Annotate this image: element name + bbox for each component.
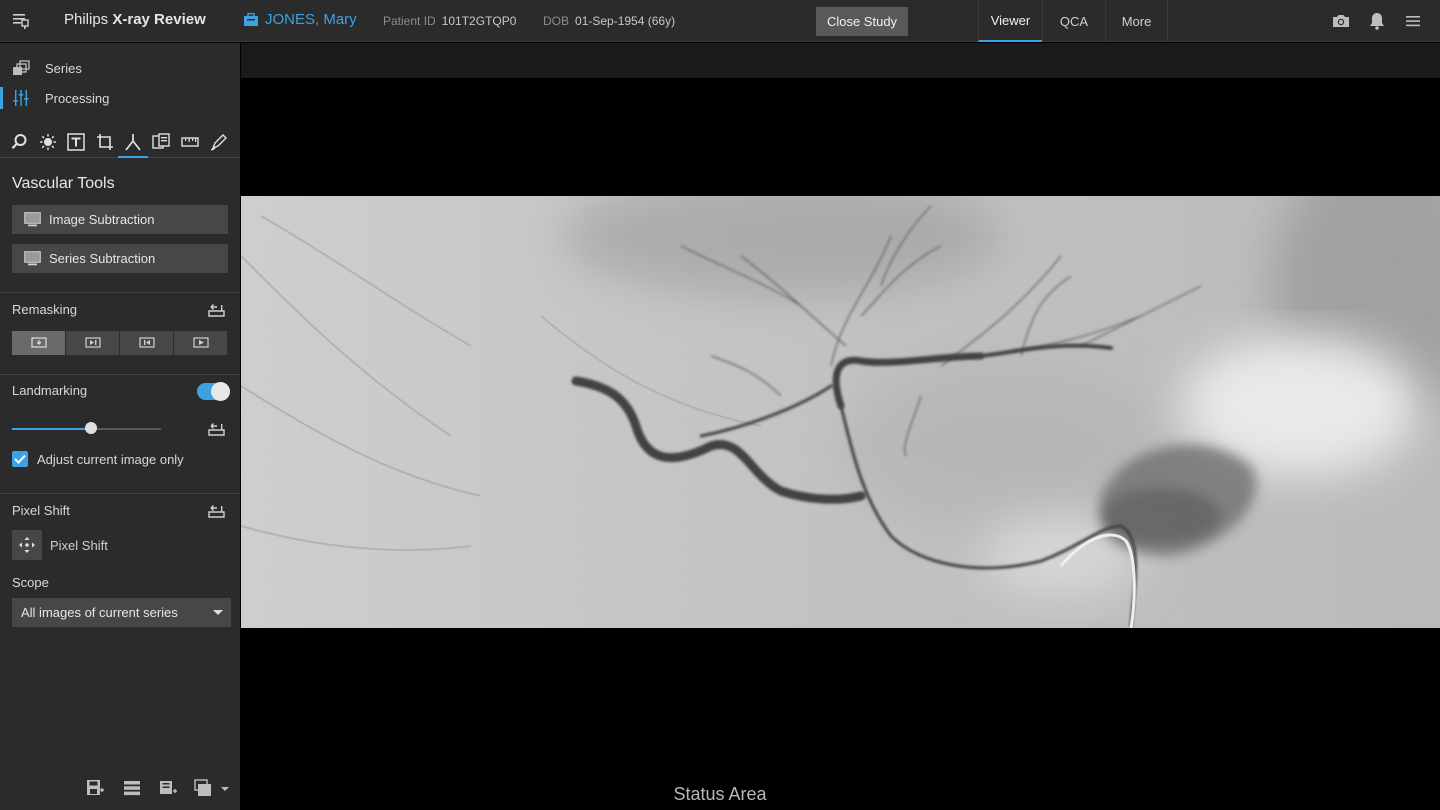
stack-icon <box>13 60 30 75</box>
top-bar: Philips X-ray Review JONES, Mary Patient… <box>0 0 1440 42</box>
pixel-shift-title: Pixel Shift <box>12 503 70 518</box>
slider-thumb[interactable] <box>84 422 97 434</box>
adjust-current-image-option[interactable]: Adjust current image only <box>12 451 184 467</box>
pen-tool[interactable] <box>208 131 230 153</box>
magnifier-icon <box>11 134 27 149</box>
remask-next-icon <box>84 337 101 348</box>
reset-pixel-shift-icon[interactable] <box>208 504 226 518</box>
image-subtraction-button[interactable]: Image Subtraction <box>12 205 228 234</box>
ruler-tool[interactable] <box>179 131 201 153</box>
app-product: X-ray Review <box>112 11 206 28</box>
landmarking-toggle[interactable] <box>197 382 230 401</box>
remasking-segmented-control <box>12 331 227 355</box>
scope-label: Scope <box>12 575 49 590</box>
patient-id-label: Patient ID <box>383 14 436 28</box>
close-study-button[interactable]: Close Study <box>816 7 908 36</box>
sidebar-item-processing[interactable]: Processing <box>0 85 240 111</box>
scope-dropdown[interactable]: All images of current series <box>12 598 231 627</box>
monitor-icon <box>24 212 41 227</box>
landmarking-label: Landmarking <box>12 383 88 398</box>
bell-icon[interactable] <box>1367 11 1387 31</box>
pen-icon <box>210 134 227 151</box>
save-icon[interactable] <box>85 779 105 797</box>
angiography-image[interactable] <box>241 196 1440 628</box>
remask-option-4[interactable] <box>174 331 227 355</box>
tab-qca[interactable]: QCA <box>1042 0 1105 42</box>
ruler-icon <box>181 137 199 147</box>
remask-prev-icon <box>138 337 155 348</box>
monitor-icon <box>24 251 41 266</box>
vascular-tools-title: Vascular Tools <box>12 175 115 192</box>
dob-value: 01-Sep-1954 (66y) <box>575 14 676 28</box>
patient-id: Patient ID 101T2GTQP0 <box>383 14 516 28</box>
remask-mask-icon <box>30 337 47 348</box>
hamburger-menu-icon[interactable] <box>1403 11 1423 31</box>
divider <box>0 292 240 293</box>
landmarking-slider[interactable] <box>12 422 161 434</box>
viewer-header-bar <box>241 43 1440 78</box>
crop-icon <box>97 134 113 150</box>
tab-viewer[interactable]: Viewer <box>978 0 1042 42</box>
series-subtraction-label: Series Subtraction <box>49 251 156 266</box>
subtract-tool[interactable] <box>150 131 172 153</box>
remasking-label: Remasking <box>12 302 78 317</box>
text-icon <box>67 133 85 151</box>
scope-dropdown-value: All images of current series <box>21 605 178 620</box>
pixel-shift-label: Pixel Shift <box>50 537 108 553</box>
divider <box>0 374 240 375</box>
move-arrows-icon <box>12 530 42 560</box>
patient-name-text: JONES, Mary <box>265 11 357 28</box>
image-viewer[interactable]: Status Area <box>241 43 1440 810</box>
patient-icon <box>244 12 258 26</box>
sidebar-item-label: Series <box>45 60 82 76</box>
sidebar-item-series[interactable]: Series <box>0 55 240 81</box>
patient-name[interactable]: JONES, Mary <box>243 11 357 28</box>
adjust-current-label: Adjust current image only <box>37 451 184 467</box>
chevron-down-icon <box>213 610 223 615</box>
list-icon[interactable] <box>122 779 142 797</box>
app-title: Philips X-ray Review <box>64 11 206 28</box>
remask-option-2[interactable] <box>66 331 119 355</box>
adjust-current-checkbox[interactable] <box>12 451 28 467</box>
remask-option-3[interactable] <box>120 331 173 355</box>
camera-icon[interactable] <box>1331 11 1351 31</box>
vascular-tool[interactable] <box>118 131 148 158</box>
toggle-knob <box>211 382 230 401</box>
brightness-icon <box>40 134 56 150</box>
reset-landmarking-icon[interactable] <box>208 422 226 436</box>
app-brand: Philips <box>64 11 109 28</box>
brightness-tool[interactable] <box>37 131 59 153</box>
dob-label: DOB <box>543 14 570 28</box>
reset-remasking-icon[interactable] <box>208 303 226 317</box>
export-icon[interactable] <box>194 779 230 797</box>
subtract-icon <box>152 133 170 149</box>
text-tool[interactable] <box>65 131 87 153</box>
app-logo-icon[interactable] <box>11 11 31 31</box>
crop-tool[interactable] <box>94 131 116 153</box>
processing-toolbar <box>0 125 240 158</box>
remask-option-1[interactable] <box>12 331 65 355</box>
status-area: Status Area <box>673 784 767 804</box>
vascular-icon <box>125 134 141 151</box>
sliders-icon <box>13 90 29 106</box>
divider <box>0 493 240 494</box>
pixel-shift-button[interactable]: Pixel Shift <box>12 530 108 560</box>
magnifier-tool[interactable] <box>8 131 30 153</box>
sidebar: Series Processing Vascular Tools Image S… <box>0 43 240 810</box>
slider-fill <box>12 428 91 430</box>
sidebar-item-label: Processing <box>45 90 110 106</box>
patient-id-value: 101T2GTQP0 <box>441 14 517 28</box>
series-subtraction-button[interactable]: Series Subtraction <box>12 244 228 273</box>
save-series-icon[interactable] <box>158 779 178 797</box>
checkmark-icon <box>14 454 26 464</box>
remask-play-icon <box>192 337 209 348</box>
tab-more[interactable]: More <box>1105 0 1168 42</box>
image-subtraction-label: Image Subtraction <box>49 212 155 227</box>
patient-dob: DOB 01-Sep-1954 (66y) <box>543 14 675 28</box>
